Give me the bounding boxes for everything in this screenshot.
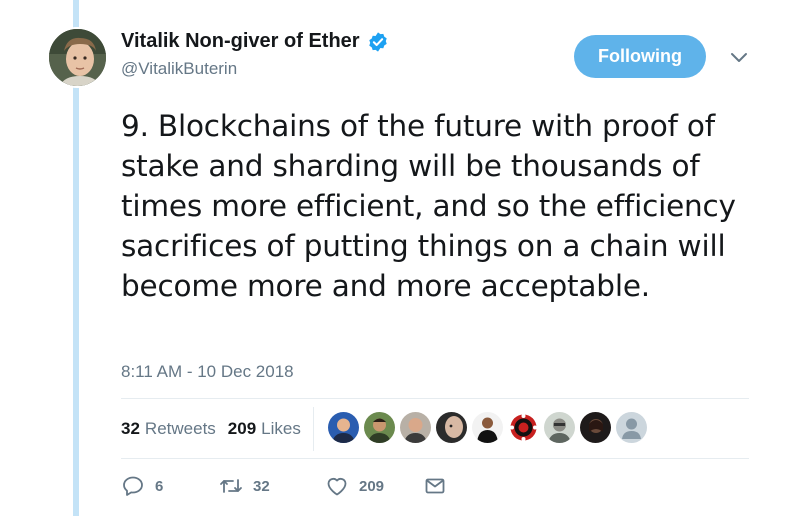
reply-button[interactable]: 6 bbox=[121, 474, 163, 498]
reply-count: 6 bbox=[155, 477, 164, 495]
heart-icon bbox=[327, 478, 347, 496]
liker-avatar-default[interactable] bbox=[616, 412, 647, 443]
liker-avatar[interactable] bbox=[472, 412, 503, 443]
liker-avatar[interactable] bbox=[364, 412, 395, 443]
tweet-stats: 32 Retweets 209 Likes bbox=[121, 419, 313, 439]
liker-avatar[interactable] bbox=[328, 412, 359, 443]
retweets-count: 32 bbox=[121, 419, 140, 438]
liker-avatar[interactable] bbox=[508, 412, 539, 443]
retweet-icon bbox=[220, 479, 242, 493]
chevron-down-icon[interactable] bbox=[728, 50, 750, 66]
tweet-text: 9. Blockchains of the future with proof … bbox=[121, 109, 736, 303]
author-name-row: Vitalik Non-giver of Ether bbox=[121, 30, 389, 53]
retweet-count: 32 bbox=[253, 477, 270, 495]
retweets-label: Retweets bbox=[144, 419, 216, 438]
likers-avatars bbox=[328, 412, 647, 443]
likes-count: 209 bbox=[227, 419, 257, 438]
verified-badge-icon bbox=[368, 31, 387, 52]
likes-stat[interactable]: 209 Likes bbox=[228, 419, 301, 439]
tweet-header: Vitalik Non-giver of Ether @VitalikButer… bbox=[121, 30, 389, 79]
author-avatar[interactable] bbox=[47, 27, 108, 88]
liker-avatar[interactable] bbox=[400, 412, 431, 443]
like-count: 209 bbox=[359, 477, 385, 495]
divider bbox=[121, 398, 749, 399]
liker-avatar[interactable] bbox=[436, 412, 467, 443]
following-button[interactable]: Following bbox=[574, 35, 706, 78]
stats-divider bbox=[313, 407, 314, 451]
author-handle[interactable]: @VitalikButerin bbox=[121, 59, 389, 79]
envelope-icon bbox=[425, 478, 445, 494]
liker-avatar[interactable] bbox=[544, 412, 575, 443]
liker-avatar[interactable] bbox=[580, 412, 611, 443]
tweet-timestamp[interactable]: 8:11 AM - 10 Dec 2018 bbox=[121, 362, 294, 382]
author-display-name[interactable]: Vitalik Non-giver of Ether bbox=[121, 30, 360, 53]
like-button[interactable]: 209 bbox=[325, 474, 384, 498]
divider bbox=[121, 458, 749, 459]
likes-label: Likes bbox=[261, 419, 301, 438]
tweet-actions: 6 32 209 bbox=[121, 474, 461, 504]
retweet-button[interactable]: 32 bbox=[219, 474, 270, 498]
reply-icon bbox=[123, 476, 143, 496]
avatar-image bbox=[49, 29, 106, 86]
direct-message-button[interactable] bbox=[423, 474, 447, 498]
retweets-stat[interactable]: 32 Retweets bbox=[121, 419, 216, 439]
